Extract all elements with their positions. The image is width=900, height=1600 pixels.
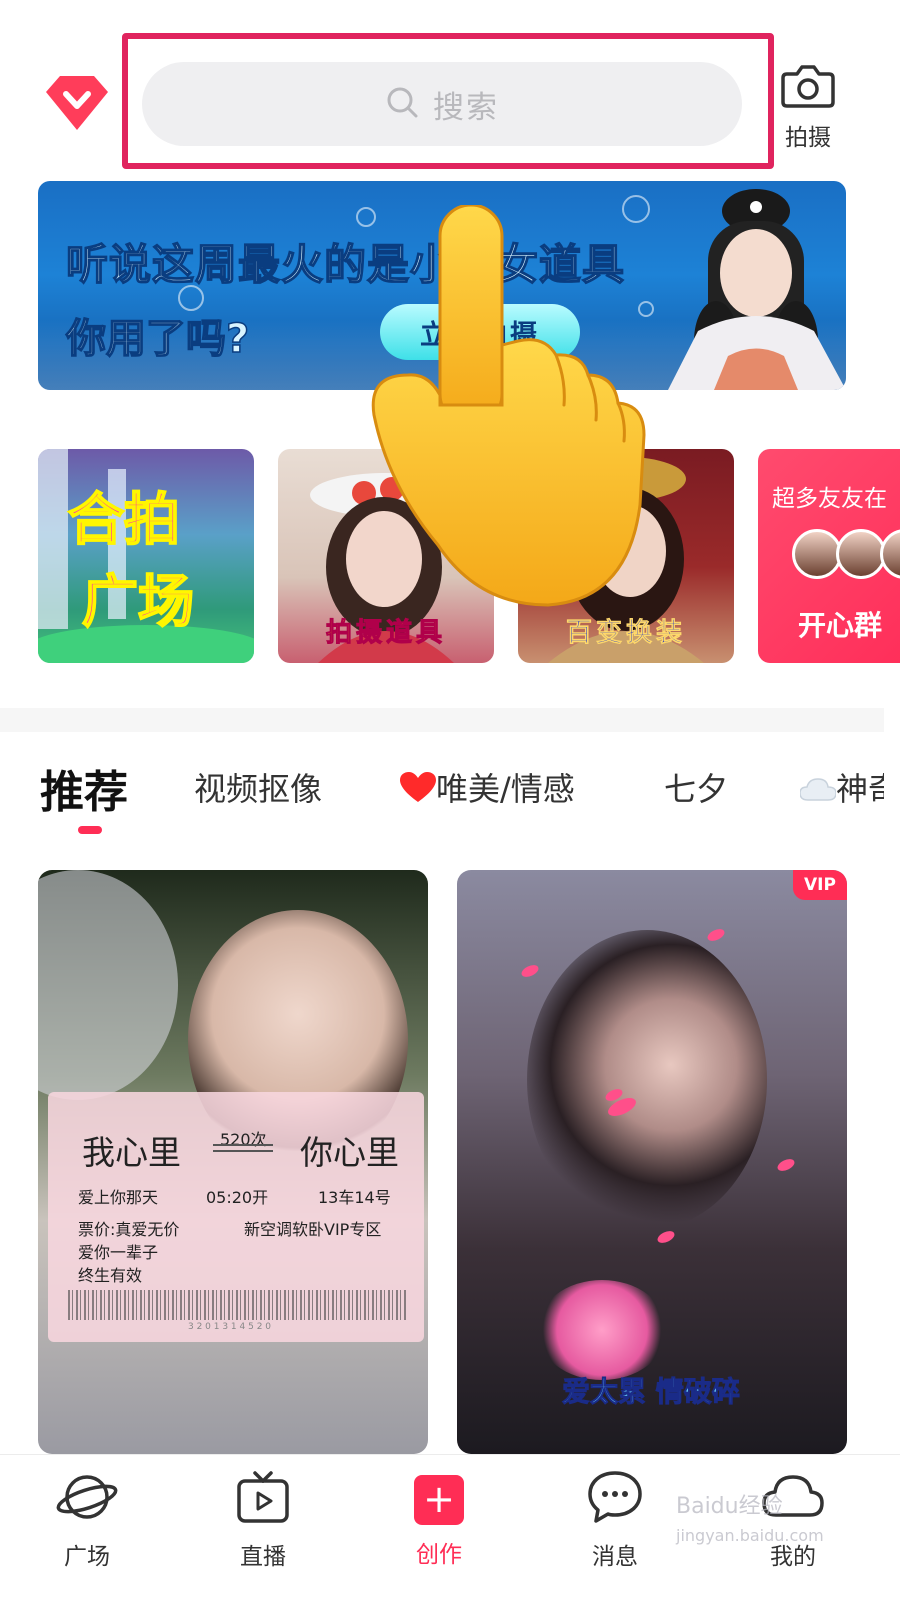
rose-caption: 爱太累 情破碎	[562, 1375, 741, 1409]
petal-decoration	[775, 1156, 797, 1174]
card1-title-line1: 合拍	[67, 487, 181, 554]
watermark: Baidu经验	[676, 1494, 783, 1519]
petal-decoration	[655, 1228, 677, 1246]
active-tab-indicator	[78, 826, 102, 834]
card3-caption: 百变换装	[565, 618, 686, 649]
tab-aesthetic-emotion[interactable]: 唯美/情感	[400, 764, 575, 810]
tab-qixi[interactable]: 七夕	[664, 764, 728, 810]
nav-messages-label: 消息	[592, 1544, 638, 1570]
chat-icon	[560, 1469, 670, 1529]
avatar	[792, 529, 842, 579]
shortcut-card-happy-group[interactable]: 超多友友在 开心群	[758, 449, 900, 663]
tab-aesthetic-emotion-label: 唯美/情感	[436, 770, 575, 808]
heart-icon	[400, 772, 436, 802]
nav-live-label: 直播	[240, 1544, 286, 1570]
ticket-price: 票价:真爱无价	[78, 1220, 180, 1239]
ticket-valid: 终生有效	[78, 1266, 143, 1285]
love-ticket: 我心里 520次 你心里 爱上你那天 05:20开 13车14号 票价:真爱无价…	[48, 1092, 424, 1342]
banner-character-image	[668, 181, 846, 390]
card4-top-text: 超多友友在	[772, 486, 887, 512]
avatar	[836, 529, 886, 579]
card1-title-line2: 广场	[81, 569, 195, 636]
feed-card-rose[interactable]: 爱太累 情破碎 VIP	[457, 870, 847, 1454]
category-tabs: 推荐 视频抠像 唯美/情感 七夕 神奇	[0, 752, 884, 832]
ticket-arrow	[213, 1144, 273, 1152]
ticket-date: 爱上你那天	[78, 1188, 159, 1207]
nav-create[interactable]: + 创作	[384, 1469, 494, 1569]
nav-profile[interactable]: 我的	[738, 1469, 848, 1571]
shortcut-card-duet-plaza[interactable]: 合拍 广场	[38, 449, 254, 663]
ticket-seat: 13车14号	[318, 1188, 391, 1207]
card4-bottom-text: 开心群	[798, 609, 883, 642]
cloud-icon	[799, 778, 837, 801]
watermark-url: jingyan.baidu.com	[676, 1526, 824, 1545]
promo-banner[interactable]: 听说这周最火的是小龙女道具 你用了吗? 立即拍摄	[38, 181, 846, 390]
camera-label: 拍摄	[785, 125, 831, 151]
search-icon	[385, 85, 419, 123]
rose-image	[537, 1280, 667, 1380]
camera-icon	[781, 65, 835, 112]
banner-subline: 你用了吗?	[65, 315, 250, 363]
barcode-number: 3 2 0 1 3 1 4 5 2 0	[188, 1322, 272, 1332]
tab-recommend[interactable]: 推荐	[40, 756, 128, 820]
feed-card-ticket[interactable]: 我心里 520次 你心里 爱上你那天 05:20开 13车14号 票价:真爱无价…	[38, 870, 428, 1454]
petal-decoration	[519, 962, 541, 980]
camera-button[interactable]: 拍摄	[778, 62, 838, 152]
planet-icon	[32, 1469, 142, 1529]
shortcut-cards: 合拍 广场 拍摄道具 百变换装 超多友友在 开心群	[38, 449, 900, 663]
ticket-forever: 爱你一辈子	[78, 1243, 159, 1262]
barcode	[68, 1290, 408, 1320]
petal-decoration	[705, 926, 727, 944]
avatar	[880, 529, 900, 579]
search-bar[interactable]: 搜索	[142, 62, 742, 146]
section-divider	[0, 708, 884, 732]
shortcut-card-props[interactable]: 拍摄道具	[278, 449, 494, 663]
nav-plaza[interactable]: 广场	[32, 1469, 142, 1571]
tab-magic[interactable]: 神奇	[799, 764, 884, 810]
app-logo	[46, 74, 108, 132]
banner-cta-button[interactable]: 立即拍摄	[380, 304, 580, 360]
nav-live[interactable]: 直播	[208, 1469, 318, 1571]
ticket-from: 我心里	[82, 1133, 181, 1172]
search-placeholder: 搜索	[433, 89, 499, 126]
nav-messages[interactable]: 消息	[560, 1469, 670, 1571]
tv-icon	[208, 1469, 318, 1529]
tab-magic-label: 神奇	[836, 770, 884, 808]
nav-plaza-label: 广场	[64, 1544, 110, 1570]
plus-icon: +	[414, 1475, 464, 1525]
bubble-decoration	[638, 301, 654, 317]
bubble-decoration	[622, 195, 650, 223]
banner-headline: 听说这周最火的是小龙女道具	[65, 239, 626, 290]
card2-caption: 拍摄道具	[325, 618, 446, 649]
nav-create-label: 创作	[416, 1542, 462, 1568]
moon-decoration	[38, 870, 178, 1100]
ticket-zone: 新空调软卧VIP专区	[244, 1220, 382, 1239]
tab-video-matting[interactable]: 视频抠像	[194, 764, 322, 810]
shortcut-card-costume-change[interactable]: 百变换装	[518, 449, 734, 663]
ticket-time: 05:20开	[206, 1188, 269, 1207]
girl-rain-image	[527, 930, 767, 1230]
bubble-decoration	[356, 207, 376, 227]
ticket-to: 你心里	[300, 1133, 399, 1172]
vip-badge: VIP	[793, 870, 847, 900]
